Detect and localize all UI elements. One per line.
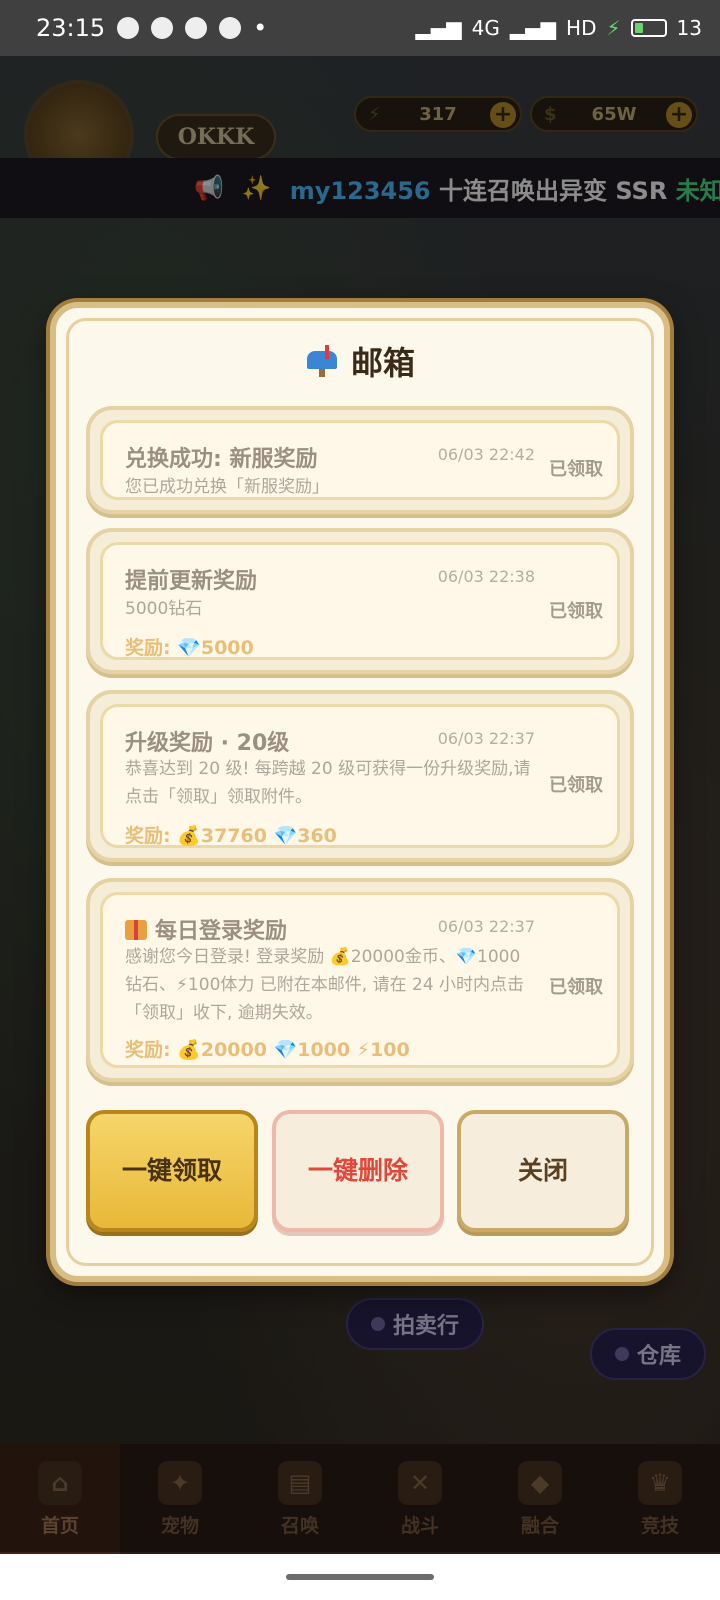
delete-all-button[interactable]: 一键删除	[272, 1110, 444, 1232]
mailbox-icon	[305, 345, 339, 377]
signal-icon-2: ▂▄▆	[509, 16, 557, 40]
mail-status: 已领取	[549, 977, 603, 998]
mail-title: 兑换成功: 新服奖励	[125, 447, 318, 472]
mail-card: 提前更新奖励 06/03 22:38 5000钻石 奖励: 💎5000 已领取	[100, 542, 620, 660]
mail-time: 06/03 22:38	[437, 567, 535, 586]
status-bar: 23:15 • ▂▄▆ 4G ▂▄▆ HD ⚡ 13	[0, 0, 720, 56]
mail-reward: 奖励: 💰37760 💎360	[125, 825, 337, 847]
mail-item[interactable]: 每日登录奖励 06/03 22:37 感谢您今日登录! 登录奖励 💰20000金…	[86, 878, 634, 1082]
dialog-title: 邮箱	[56, 338, 664, 384]
mail-time: 06/03 22:37	[437, 917, 535, 936]
system-gesture-bar	[0, 1554, 720, 1600]
mail-card: 升级奖励 · 20级 06/03 22:37 恭喜达到 20 级! 每跨越 20…	[100, 704, 620, 848]
mail-reward: 奖励: 💰20000 💎1000 ⚡100	[125, 1039, 410, 1061]
mail-title: 升级奖励 · 20级	[125, 731, 290, 756]
clock: 23:15	[36, 14, 106, 42]
mailbox-dialog: 邮箱 兑换成功: 新服奖励 06/03 22:42 您已成功兑换「新服奖励」 已…	[50, 302, 670, 1282]
gift-icon	[125, 920, 147, 940]
mail-card: 每日登录奖励 06/03 22:37 感谢您今日登录! 登录奖励 💰20000金…	[100, 892, 620, 1068]
chat-icon	[151, 17, 174, 39]
signal-icon: ▂▄▆	[415, 16, 462, 40]
mail-title: 提前更新奖励	[125, 569, 258, 594]
claim-all-button[interactable]: 一键领取	[86, 1110, 258, 1232]
network-label: 4G	[471, 16, 500, 40]
mail-reward: 奖励: 💎5000	[125, 637, 254, 659]
battery-icon	[630, 19, 667, 37]
mail-item[interactable]: 兑换成功: 新服奖励 06/03 22:42 您已成功兑换「新服奖励」 已领取	[86, 406, 634, 514]
mail-time: 06/03 22:42	[437, 445, 535, 464]
hd-label: HD	[566, 16, 597, 40]
cloud-icon	[185, 17, 208, 39]
mail-status: 已领取	[549, 775, 603, 796]
more-dot-icon: •	[253, 14, 268, 42]
mail-body: 5000钻石	[125, 599, 203, 619]
mail-item[interactable]: 升级奖励 · 20级 06/03 22:37 恭喜达到 20 级! 每跨越 20…	[86, 690, 634, 862]
message-icon	[219, 17, 242, 39]
battery-level: 13	[676, 16, 702, 40]
mail-status: 已领取	[549, 601, 603, 622]
mail-item[interactable]: 提前更新奖励 06/03 22:38 5000钻石 奖励: 💎5000 已领取	[86, 528, 634, 674]
close-button[interactable]: 关闭	[457, 1110, 629, 1232]
mail-body: 感谢您今日登录! 登录奖励 💰20000金币、💎1000钻石、⚡100体力 已附…	[125, 947, 525, 1023]
mail-time: 06/03 22:37	[437, 729, 535, 748]
dialog-title-text: 邮箱	[350, 344, 415, 382]
mail-status: 已领取	[549, 459, 603, 480]
notification-icon	[117, 17, 140, 39]
home-indicator[interactable]	[286, 1574, 434, 1580]
mail-card: 兑换成功: 新服奖励 06/03 22:42 您已成功兑换「新服奖励」 已领取	[100, 420, 620, 500]
charging-icon: ⚡	[606, 16, 621, 40]
mail-body: 您已成功兑换「新服奖励」	[125, 477, 329, 497]
mail-body: 恭喜达到 20 级! 每跨越 20 级可获得一份升级奖励,请点击「领取」领取附件…	[125, 759, 531, 807]
mail-title-text: 每日登录奖励	[155, 919, 288, 944]
mail-title: 每日登录奖励	[125, 913, 287, 945]
